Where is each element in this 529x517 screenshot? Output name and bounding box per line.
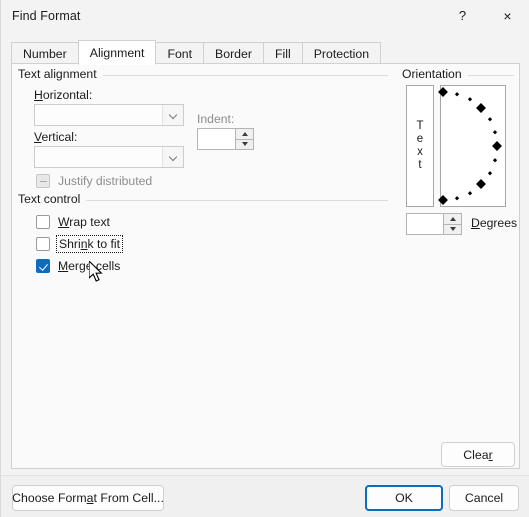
horizontal-combo[interactable] <box>34 104 184 126</box>
indent-stepper[interactable] <box>197 128 254 150</box>
degrees-stepper[interactable] <box>406 213 462 235</box>
orientation-marker[interactable] <box>476 102 487 113</box>
wrap-text-label: Wrap text <box>58 215 110 229</box>
shrink-to-fit-checkbox[interactable] <box>36 237 50 251</box>
orientation-text-letter: T <box>416 120 424 132</box>
indent-label: Indent: <box>197 112 235 126</box>
justify-distributed-checkbox[interactable] <box>36 174 50 188</box>
window-controls: ? × <box>440 0 529 33</box>
orientation-dial[interactable] <box>438 85 506 207</box>
orientation-text-letter: t <box>418 159 422 171</box>
merge-cells-checkbox[interactable] <box>36 259 50 273</box>
tab-alignment[interactable]: Alignment <box>77 40 157 65</box>
close-icon[interactable]: × <box>485 0 529 31</box>
degrees-spin-buttons[interactable] <box>443 214 461 234</box>
alignment-tab-page: Text alignment Horizontal: Indent: Verti… <box>11 63 520 469</box>
horizontal-value <box>35 105 162 125</box>
justify-distributed-label: Justify distributed <box>58 174 153 188</box>
merge-cells-checkbox-row[interactable]: Merge cells <box>36 257 120 275</box>
orientation-marker[interactable] <box>476 179 487 190</box>
title-bar: Find Format ? × <box>1 0 529 33</box>
orientation-text-letter: e <box>416 133 424 145</box>
text-alignment-group-label: Text alignment <box>18 67 103 81</box>
justify-distributed-checkbox-row[interactable]: Justify distributed <box>36 172 152 190</box>
ok-button[interactable]: OK <box>365 485 443 511</box>
choose-format-from-cell-button[interactable]: Choose Form a t From Cell... <box>12 485 164 511</box>
orientation-marker[interactable] <box>455 196 459 200</box>
horizontal-label: Horizontal: <box>34 88 93 102</box>
chevron-down-icon[interactable] <box>162 147 183 167</box>
orientation-marker[interactable] <box>493 130 497 134</box>
wrap-text-checkbox[interactable] <box>36 215 50 229</box>
help-icon[interactable]: ? <box>440 0 485 31</box>
orientation-marker[interactable] <box>468 97 472 102</box>
indent-value <box>198 129 235 149</box>
vertical-combo[interactable] <box>34 146 184 168</box>
indent-spin-buttons[interactable] <box>235 129 253 149</box>
chevron-down-icon[interactable] <box>162 105 183 125</box>
orientation-marker[interactable] <box>455 91 459 96</box>
find-format-dialog: Find Format ? × Number Alignment Font Bo… <box>0 0 529 517</box>
spinner-down-icon[interactable] <box>444 224 461 234</box>
tab-font[interactable]: Font <box>155 42 205 65</box>
tab-border[interactable]: Border <box>203 42 264 65</box>
vertical-label: Vertical: <box>34 130 78 144</box>
merge-cells-label: Merge cells <box>58 259 121 273</box>
degrees-label: Degrees <box>471 216 518 230</box>
degrees-value <box>407 214 443 234</box>
orientation-marker[interactable] <box>487 171 492 175</box>
text-control-group-label: Text control <box>18 192 87 206</box>
tab-strip: Number Alignment Font Border Fill Protec… <box>11 39 520 65</box>
orientation-group-label: Orientation <box>402 67 468 81</box>
shrink-to-fit-label: Shrink to fit <box>56 235 123 253</box>
orientation-marker[interactable] <box>492 141 502 151</box>
orientation-marker[interactable] <box>438 87 448 97</box>
orientation-marker[interactable] <box>438 195 448 205</box>
orientation-text-preview[interactable]: T e x t <box>406 85 434 207</box>
cancel-button[interactable]: Cancel <box>449 485 519 511</box>
clear-button[interactable]: Clea r <box>441 442 515 467</box>
orientation-marker[interactable] <box>487 117 492 121</box>
orientation-marker[interactable] <box>468 190 472 195</box>
vertical-value <box>35 147 162 167</box>
tab-fill[interactable]: Fill <box>262 42 303 65</box>
spinner-up-icon[interactable] <box>444 214 461 225</box>
wrap-text-checkbox-row[interactable]: Wrap text <box>36 213 110 231</box>
orientation-text-letter: x <box>417 146 423 158</box>
tab-protection[interactable]: Protection <box>301 42 382 65</box>
spinner-down-icon[interactable] <box>236 139 253 149</box>
tab-number[interactable]: Number <box>11 42 79 65</box>
spinner-up-icon[interactable] <box>236 129 253 140</box>
shrink-to-fit-checkbox-row[interactable]: Shrink to fit <box>36 235 123 253</box>
orientation-marker[interactable] <box>493 158 497 162</box>
window-title: Find Format <box>12 9 81 23</box>
